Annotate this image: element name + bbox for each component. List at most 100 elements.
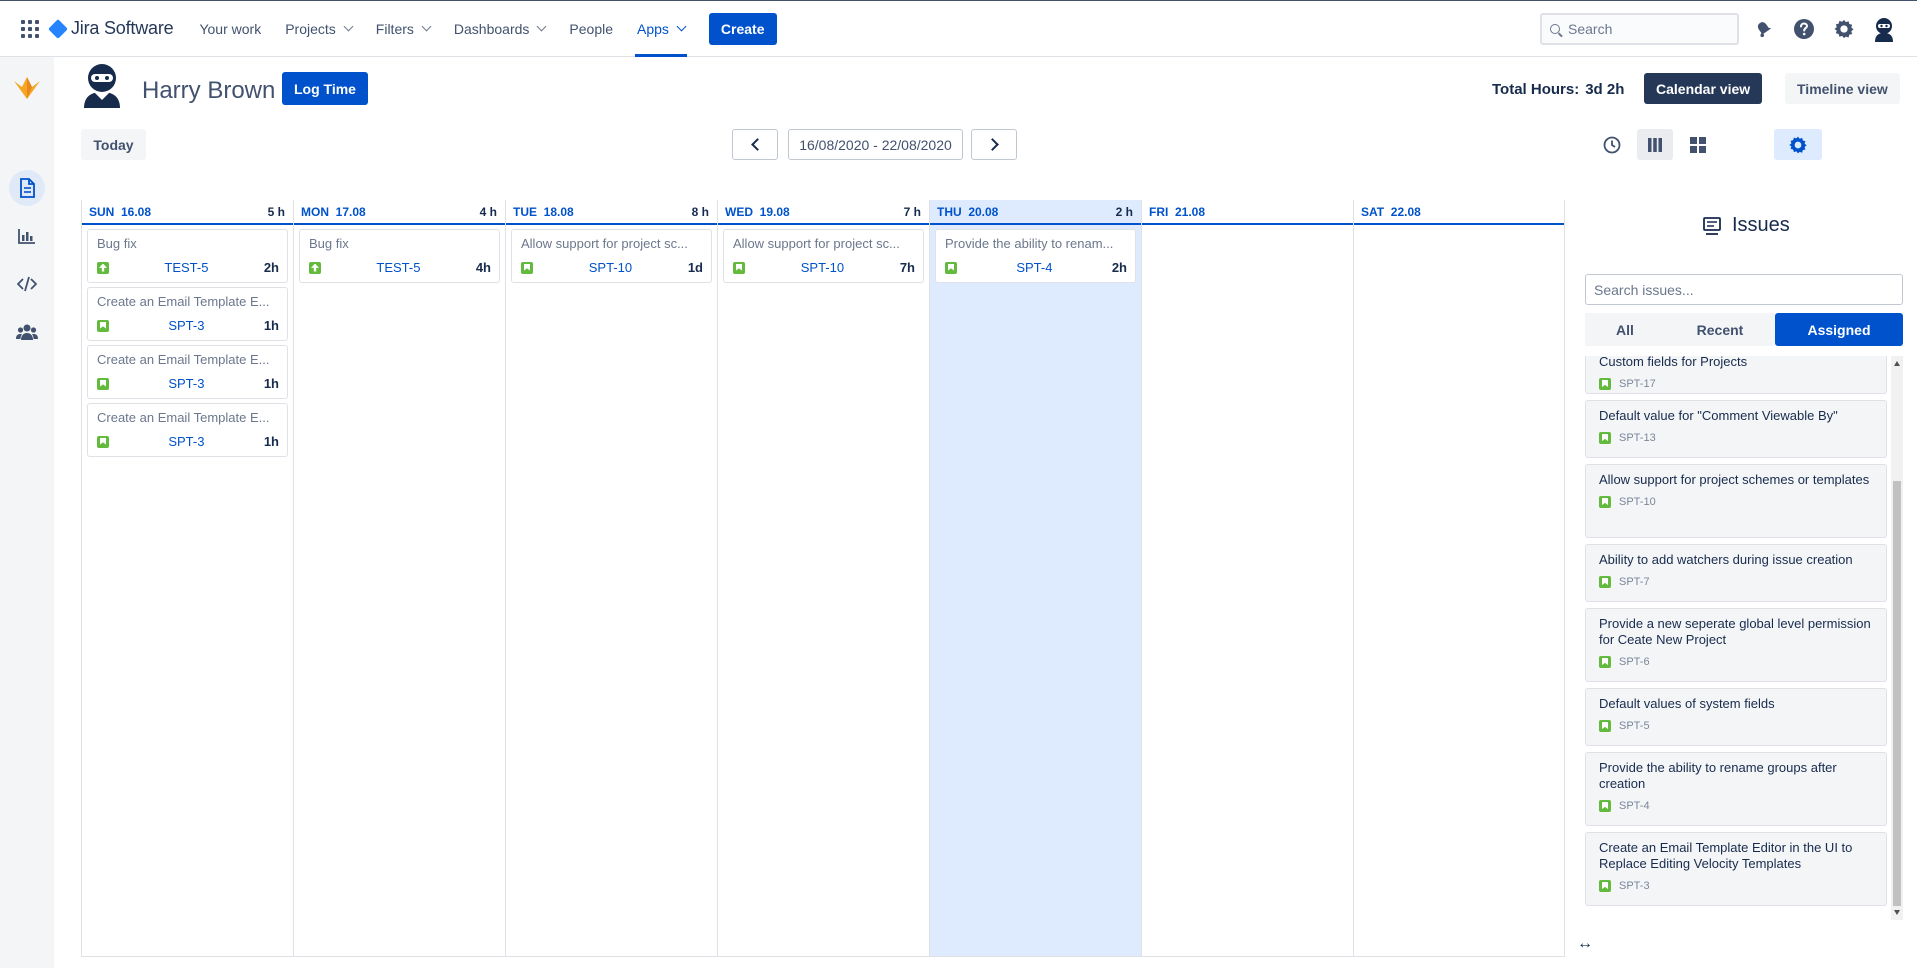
worklog-entry[interactable]: Create an Email Template E... SPT-3 1h (87, 287, 288, 341)
chevron-down-icon (536, 21, 547, 32)
worklog-meta: SPT-3 1h (97, 376, 279, 391)
timesheet-icon[interactable] (9, 170, 45, 206)
chevron-down-icon (343, 21, 354, 32)
issue-card[interactable]: Default value for "Comment Viewable By" S… (1585, 400, 1887, 458)
worklog-meta: SPT-3 1h (97, 434, 279, 449)
issue-card[interactable]: Provide the ability to rename groups aft… (1585, 752, 1887, 826)
worklog-title: Provide the ability to renam... (945, 236, 1114, 251)
settings-icon[interactable] (1830, 15, 1858, 43)
issues-tab-all[interactable]: All (1585, 313, 1665, 346)
day-column[interactable]: TUE 18.08 8 h Allow support for project sc… (505, 200, 717, 956)
worklog-hours: 1d (687, 260, 703, 275)
chevron-down-icon (676, 21, 687, 32)
issue-key-link[interactable]: SPT-4 (957, 260, 1112, 275)
issue-key: SPT-17 (1619, 378, 1656, 390)
day-label: THU 20.08 (937, 204, 999, 219)
issue-card[interactable]: Default values of system fields SPT-5 (1585, 688, 1887, 746)
search-input[interactable] (1568, 21, 1728, 37)
nav-people[interactable]: People (559, 0, 623, 57)
worklog-meta: SPT-10 1d (521, 260, 703, 275)
notifications-icon[interactable] (1750, 15, 1778, 43)
story-type-icon (97, 435, 109, 448)
scroll-up-arrow-icon[interactable] (1894, 361, 1900, 366)
issue-key-link[interactable]: SPT-3 (109, 318, 264, 333)
day-header: WED 19.08 7 h (718, 200, 929, 225)
today-button[interactable]: Today (81, 129, 146, 160)
day-column[interactable]: FRI 21.08 (1141, 200, 1353, 956)
issue-key-link[interactable]: SPT-3 (109, 434, 264, 449)
nav-apps[interactable]: Apps (627, 0, 695, 57)
worklog-entry[interactable]: Allow support for project sc... SPT-10 7h (723, 229, 924, 283)
issue-meta: SPT-5 (1599, 720, 1874, 732)
issue-card[interactable]: Ability to add watchers during issue cre… (1585, 544, 1887, 602)
date-range-picker[interactable]: 16/08/2020 - 22/08/2020 (788, 129, 963, 160)
story-type-icon (1599, 576, 1611, 588)
issue-key-link[interactable]: SPT-3 (109, 376, 264, 391)
worklog-hours: 4h (475, 260, 491, 275)
day-header: THU 20.08 2 h (930, 200, 1141, 225)
app-logo-icon[interactable] (12, 73, 42, 103)
log-time-button[interactable]: Log Time (282, 72, 368, 105)
issues-panel: Issues AllRecentAssigned Custom fields f… (1582, 200, 1903, 960)
issues-title: Issues (1732, 214, 1790, 236)
day-column[interactable]: SAT 22.08 (1353, 200, 1565, 956)
nav-filters[interactable]: Filters (366, 0, 440, 57)
worklog-entry[interactable]: Create an Email Template E... SPT-3 1h (87, 345, 288, 399)
issues-header: Issues (1702, 214, 1790, 237)
issue-title: Ability to add watchers during issue cre… (1599, 552, 1853, 567)
main-nav: Your work Projects Filters Dashboards People… (189, 0, 698, 57)
story-type-icon (1599, 720, 1611, 732)
profile-icon[interactable] (1870, 15, 1898, 43)
issue-key-link[interactable]: TEST-5 (109, 260, 264, 275)
worklog-entry[interactable]: Bug fix TEST-5 2h (87, 229, 288, 283)
code-icon[interactable] (9, 266, 45, 302)
issue-key-link[interactable]: SPT-10 (745, 260, 900, 275)
issue-key: SPT-13 (1619, 432, 1656, 444)
issues-monitor-icon (1703, 216, 1721, 235)
worklog-entry[interactable]: Create an Email Template E... SPT-3 1h (87, 403, 288, 457)
issues-tab-recent[interactable]: Recent (1665, 313, 1775, 346)
issue-title: Provide the ability to rename groups aft… (1599, 760, 1837, 791)
global-search[interactable] (1540, 13, 1739, 45)
issue-card[interactable]: Create an Email Template Editor in the U… (1585, 832, 1887, 906)
issue-card[interactable]: Allow support for project schemes or tem… (1585, 464, 1887, 538)
day-column[interactable]: WED 19.08 7 h Allow support for project sc… (717, 200, 929, 956)
issues-tab-assigned[interactable]: Assigned (1775, 313, 1903, 346)
week-view-icon[interactable] (1637, 129, 1673, 160)
day-column[interactable]: SUN 16.08 5 h Bug fix TEST-5 2h Create an Ema… (81, 200, 293, 956)
day-column[interactable]: MON 17.08 4 h Bug fix TEST-5 4h (293, 200, 505, 956)
day-column[interactable]: THU 20.08 2 h Provide the ability to renam… (929, 200, 1141, 956)
issue-key-link[interactable]: TEST-5 (321, 260, 476, 275)
resize-panel-icon[interactable]: ↔ (1577, 935, 1593, 953)
team-icon[interactable] (9, 314, 45, 350)
nav-projects[interactable]: Projects (275, 0, 362, 57)
nav-dashboards[interactable]: Dashboards (444, 0, 556, 57)
worklog-entry[interactable]: Allow support for project sc... SPT-10 1d (511, 229, 712, 283)
calendar-settings-icon[interactable] (1774, 129, 1822, 160)
day-hours: 5 h (267, 204, 285, 219)
jira-logo[interactable]: Jira Software (48, 18, 174, 39)
issues-scrollbar[interactable] (1891, 356, 1903, 920)
timeline-view-button[interactable]: Timeline view (1785, 73, 1900, 104)
user-avatar (80, 62, 124, 108)
issue-key-link[interactable]: SPT-10 (533, 260, 688, 275)
reports-icon[interactable] (9, 218, 45, 254)
worklog-entry[interactable]: Bug fix TEST-5 4h (299, 229, 500, 283)
scroll-down-arrow-icon[interactable] (1894, 910, 1900, 915)
issue-card[interactable]: Provide a new seperate global level perm… (1585, 608, 1887, 682)
next-week-button[interactable] (971, 129, 1017, 160)
nav-your-work[interactable]: Your work (189, 0, 271, 57)
issue-card[interactable]: Custom fields for Projects SPT-17 (1585, 356, 1887, 394)
create-button[interactable]: Create (708, 12, 777, 45)
scroll-thumb[interactable] (1893, 481, 1901, 906)
calendar-view-button[interactable]: Calendar view (1644, 73, 1763, 104)
help-icon[interactable] (1790, 15, 1818, 43)
worklog-entry[interactable]: Provide the ability to renam... SPT-4 2h (935, 229, 1136, 283)
app-switcher-icon[interactable] (21, 19, 39, 38)
worklog-title: Bug fix (97, 236, 137, 251)
clock-icon[interactable] (1594, 129, 1630, 160)
previous-week-button[interactable] (732, 129, 778, 160)
month-view-icon[interactable] (1680, 129, 1716, 160)
issues-search-input[interactable] (1585, 274, 1903, 305)
user-name: Harry Brown (142, 77, 276, 104)
